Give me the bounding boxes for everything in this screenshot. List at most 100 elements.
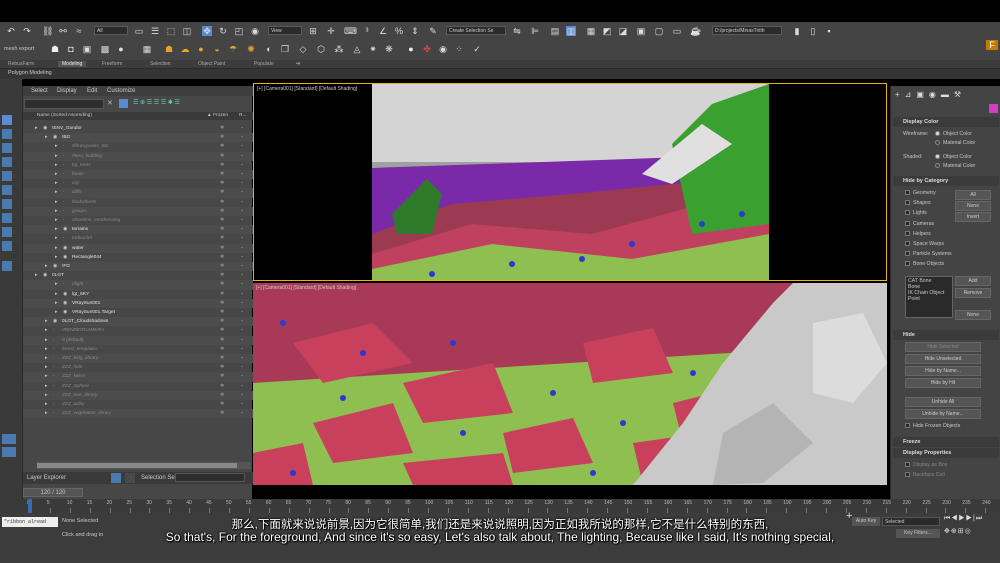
layer-name[interactable]: VRaySun001.Target: [72, 308, 115, 317]
expand-arrow-icon[interactable]: ▸: [55, 142, 57, 151]
frozen-snowflake-icon[interactable]: ✱: [220, 299, 224, 308]
layer-row[interactable]: ▸ · ZZZ_vegetation_library ✱ ▪: [23, 409, 253, 419]
tab-selection[interactable]: Selection: [150, 61, 171, 67]
scale-icon[interactable]: ◰: [234, 26, 244, 36]
hide-selected-button[interactable]: Hide Selected: [905, 342, 981, 352]
expand-arrow-icon[interactable]: ▸: [45, 345, 47, 354]
folder-open-icon[interactable]: ▯: [808, 26, 818, 36]
visibility-eye-icon[interactable]: ·: [63, 216, 65, 225]
hide-by-category-rollout[interactable]: Hide by Category: [893, 176, 999, 186]
expand-arrow-icon[interactable]: ▸: [45, 400, 47, 409]
frozen-snowflake-icon[interactable]: ✱: [220, 391, 224, 400]
material-ball-icon[interactable]: ●: [406, 44, 416, 54]
menu-customize[interactable]: Customize: [107, 88, 135, 94]
renderable-icon[interactable]: ▪: [241, 299, 243, 308]
layer-row[interactable]: ▸ · groups ✱ ▪: [23, 206, 253, 216]
category-checkbox[interactable]: [905, 251, 910, 257]
dome-icon[interactable]: ◒: [212, 44, 222, 54]
expand-arrow-icon[interactable]: ▸: [45, 133, 47, 142]
renderable-icon[interactable]: ▪: [241, 142, 243, 151]
renderable-icon[interactable]: ▪: [241, 280, 243, 289]
renderable-icon[interactable]: ▪: [241, 290, 243, 299]
layer-row[interactable]: ▸ · ZZZ_Moss ✱ ▪: [23, 372, 253, 382]
polygon-modeling-label[interactable]: Polygon Modeling: [8, 70, 52, 76]
layer-row[interactable]: ▸ · forest_templates ✱ ▪: [23, 345, 253, 354]
renderable-icon[interactable]: ▪: [241, 345, 243, 354]
layer-name[interactable]: 0light: [72, 280, 83, 289]
expand-arrow-icon[interactable]: ▸: [55, 170, 57, 179]
visibility-eye-icon[interactable]: ◉: [63, 253, 67, 262]
xref-filter-icon[interactable]: [2, 241, 12, 251]
layer-row[interactable]: ▸ ◉ !ENV_Gondor ✱ ▪: [23, 124, 253, 133]
renderable-icon[interactable]: ▪: [241, 382, 243, 391]
clear-search-icon[interactable]: ✕: [107, 99, 113, 107]
hide-unselected-button[interactable]: Hide Unselected: [905, 354, 981, 364]
layer-name[interactable]: !ENV_Gondor: [52, 124, 82, 133]
visibility-eye-icon[interactable]: ◉: [53, 133, 57, 142]
frozen-snowflake-icon[interactable]: ✱: [220, 317, 224, 326]
renderable-icon[interactable]: ▪: [241, 317, 243, 326]
expand-arrow-icon[interactable]: ▸: [55, 198, 57, 207]
layer-tools-icons[interactable]: ☰ ⊕ ☰ ☰ ☰ ✱ ☰: [133, 99, 180, 106]
renderable-icon[interactable]: ▪: [241, 133, 243, 142]
spinner-snap-icon[interactable]: ⇕: [410, 26, 420, 36]
renderable-icon[interactable]: ▪: [241, 391, 243, 400]
layer-row[interactable]: ▸ ◉ !BG ✱ ▪: [23, 133, 253, 143]
cloud-icon[interactable]: ☁: [180, 44, 190, 54]
frozen-snowflake-icon[interactable]: ✱: [220, 188, 224, 197]
tab-populate[interactable]: Populate: [254, 61, 274, 67]
layer-row[interactable]: ▸ ◉ water ✱ ▪: [23, 243, 253, 253]
expand-arrow-icon[interactable]: ▸: [55, 179, 57, 188]
expand-arrow-icon[interactable]: ▸: [45, 262, 47, 271]
frozen-snowflake-icon[interactable]: ✱: [220, 308, 224, 317]
layer-name[interactable]: !librarypacks_BG: [72, 142, 109, 151]
vray-icon[interactable]: ✓: [472, 44, 482, 54]
sun-icon[interactable]: ●: [196, 44, 206, 54]
layer-manager-icon[interactable]: ▤: [550, 26, 560, 36]
layer-row[interactable]: ▸ · trebuchet ✱ ▪: [23, 234, 253, 243]
renderable-icon[interactable]: ▪: [241, 326, 243, 335]
bind-spacewarp-icon[interactable]: ≈: [74, 26, 84, 36]
layer-mode-icon[interactable]: [2, 434, 16, 444]
layer-name[interactable]: bg_trees: [72, 161, 91, 170]
col-name[interactable]: Name (Sorted Ascending): [37, 112, 92, 120]
visibility-eye-icon[interactable]: ·: [63, 280, 65, 289]
category-checkbox[interactable]: [905, 220, 910, 226]
undo-icon[interactable]: ↶: [6, 26, 16, 36]
frozen-snowflake-icon[interactable]: ✱: [220, 326, 224, 335]
layer-name[interactable]: ZZZ_hide: [62, 363, 83, 372]
hide-frozen-checkbox[interactable]: [905, 423, 910, 428]
command-panel-tabs[interactable]: +⊿▣◉▬⚒: [895, 90, 966, 99]
brick-icon[interactable]: ▦: [142, 44, 152, 54]
group-filter-icon[interactable]: [2, 213, 12, 223]
layer-name[interactable]: 0LGT: [52, 271, 64, 280]
expand-arrow-icon[interactable]: ▸: [45, 363, 47, 372]
shaded-material-color-radio[interactable]: [935, 163, 940, 168]
cube-icon[interactable]: ❒: [280, 44, 290, 54]
expand-arrow-icon[interactable]: ▸: [55, 188, 57, 197]
category-checkbox[interactable]: [905, 230, 910, 236]
helper-filter-icon[interactable]: [2, 185, 12, 195]
time-slider-handle[interactable]: [28, 499, 32, 513]
visibility-eye-icon[interactable]: ◉: [53, 317, 57, 326]
visibility-eye-icon[interactable]: ·: [53, 336, 55, 345]
freeze-rollout[interactable]: Freeze: [893, 437, 999, 447]
save-icon[interactable]: ▪: [824, 26, 834, 36]
layer-name[interactable]: 0 (default): [62, 336, 84, 345]
redo-icon[interactable]: ↷: [22, 26, 32, 36]
mirror-icon[interactable]: ⇋: [512, 26, 522, 36]
dots-icon[interactable]: ⁘: [454, 44, 464, 54]
frozen-snowflake-icon[interactable]: ✱: [220, 382, 224, 391]
hide-rollout[interactable]: Hide: [893, 330, 999, 340]
teapot-icon[interactable]: ☗: [50, 44, 60, 54]
layer-name[interactable]: ZZZ_utility: [62, 400, 84, 409]
layer-name[interactable]: forest_templates: [62, 345, 97, 354]
keyboard-shortcut-icon[interactable]: ⌨: [344, 26, 357, 36]
layer-name[interactable]: ZZZ_Sphere: [62, 382, 89, 391]
visibility-eye-icon[interactable]: ◉: [63, 299, 67, 308]
explorer-scrollbar[interactable]: [37, 462, 251, 469]
visibility-eye-icon[interactable]: ◉: [63, 290, 67, 299]
layer-name[interactable]: city: [72, 179, 79, 188]
renderable-icon[interactable]: ▪: [241, 124, 243, 133]
col-render[interactable]: R...: [239, 112, 246, 120]
